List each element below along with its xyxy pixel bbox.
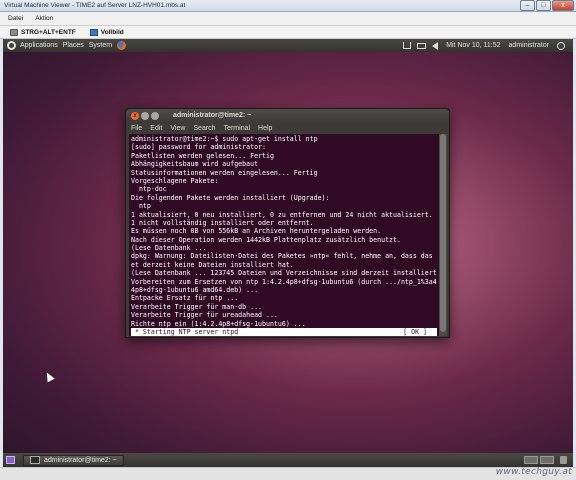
terminal-line: 1 aktualisiert, 0 neu installiert, 0 zu … [131,210,433,219]
terminal-menu-view[interactable]: View [170,125,185,132]
places-menu[interactable]: Places [63,42,84,49]
host-menubar: Datei Aktion [0,12,576,26]
terminal-line: 4p8+dfsg-1ubuntu6 amd64.deb) ... [131,286,259,295]
ctrl-alt-del-button[interactable]: STRG+ALT+ENTF [10,28,76,36]
terminal-line: Statusinformationen werden eingelesen...… [131,168,318,177]
terminal-line: Vorbereiten zum Ersetzen von ntp 1:4.2.4… [131,277,437,286]
applications-menu[interactable]: Applications [20,42,58,49]
fullscreen-button[interactable]: Vollbild [89,28,124,36]
fullscreen-icon [89,28,98,36]
status-ok: [ OK ] [403,327,427,336]
workspace-2[interactable] [540,456,554,464]
terminal-status-line: * Starting NTP server ntpd [ OK ] [131,327,437,336]
mail-icon[interactable] [417,42,427,49]
terminal-line: Vorgeschlagene Pakete: [131,176,219,185]
terminal-menu-file[interactable]: File [131,125,142,132]
taskbar-terminal-button[interactable]: administrator@time2: ~ [23,454,124,466]
bottom-panel: administrator@time2: ~ [3,453,573,467]
taskbar-label: administrator@time2: ~ [44,456,117,464]
terminal-output[interactable]: administrator@time2:~$ sudo apt-get inst… [129,134,439,336]
terminal-line: Verarbeite Trigger für man-db ... [131,302,263,311]
workspace-1[interactable] [524,456,538,464]
fullscreen-label: Vollbild [100,28,124,36]
terminal-line: Richte ntp ein (1:4.2.4p8+dfsg-1ubuntu6)… [131,319,306,328]
host-window-title: Virtual Machine Viewer - TIME2 auf Serve… [4,2,186,9]
maximize-button[interactable]: □ [536,0,551,11]
terminal-line: Es müssen noch 0B von 556kB an Archiven … [131,227,382,236]
ctrl-alt-del-label: STRG+ALT+ENTF [21,28,76,36]
terminal-line: 1 nicht vollständig installiert oder ent… [131,218,314,227]
mouse-cursor-icon [43,370,55,383]
terminal-scrollbar[interactable] [439,134,447,336]
terminal-title: administrator@time2: ~ [173,112,252,119]
terminal-line: ntp-doc [131,185,167,194]
terminal-menubar: File Edit View Search Terminal Help [126,122,449,134]
terminal-menu-help[interactable]: Help [258,125,272,132]
terminal-line: (Lese Datenbank ... [131,244,207,253]
terminal-line: (Lese Datenbank ... 123745 Dateien und V… [131,269,437,278]
terminal-line: dpkg: Warnung: Dateilisten-Datei des Pak… [131,252,437,261]
host-window-controls: – □ x [519,0,574,11]
terminal-line: administrator@time2:~$ sudo apt-get inst… [131,135,318,143]
terminal-window: x administrator@time2: ~ File Edit View … [125,108,450,338]
terminal-titlebar[interactable]: x administrator@time2: ~ [126,109,449,122]
terminal-icon [30,456,40,464]
host-statusbar [0,467,576,480]
terminal-line: Abhängigkeitsbaum wird aufgebaut [131,160,259,169]
terminal-line: ntp [131,202,151,211]
show-desktop-icon[interactable] [6,456,15,464]
terminal-line: Entpacke Ersatz für ntp ... [131,294,239,303]
top-panel: Applications Places System Mit Nov 10, 1… [3,39,573,52]
system-menu[interactable]: System [89,42,112,49]
status-text: * Starting NTP server ntpd [131,327,239,336]
ubuntu-logo-icon [7,41,16,50]
host-titlebar: Virtual Machine Viewer - TIME2 auf Serve… [0,0,576,12]
clock[interactable]: Mit Nov 10, 11:52 [446,42,500,49]
terminal-line: et derzeit keine Dateien installiert hat… [131,260,294,269]
terminal-menu-edit[interactable]: Edit [150,125,162,132]
terminal-menu-terminal[interactable]: Terminal [224,125,250,132]
menu-aktion[interactable]: Aktion [35,15,53,22]
menu-datei[interactable]: Datei [8,15,23,22]
terminal-line: Die folgenden Pakete werden installiert … [131,193,330,202]
terminal-line: Paketlisten werden gelesen... Fertig [131,151,274,160]
host-toolbar: STRG+ALT+ENTF Vollbild [0,26,576,39]
terminal-line: Nach dieser Operation werden 1442kB Plat… [131,235,401,244]
keyboard-icon [10,28,18,36]
network-icon[interactable] [403,42,412,49]
watermark: www.techguy.at [495,467,572,477]
terminal-menu-search[interactable]: Search [193,125,215,132]
minimize-button[interactable]: – [520,0,535,11]
guest-desktop: Applications Places System Mit Nov 10, 1… [3,39,573,467]
firefox-icon[interactable] [117,41,127,50]
trash-icon[interactable] [560,456,567,464]
volume-icon[interactable] [432,41,439,50]
terminal-close-button[interactable]: x [131,111,139,120]
user-menu[interactable]: administrator [509,42,549,49]
terminal-line: [sudo] password for administrator: [131,143,266,152]
terminal-maximize-button[interactable] [151,111,159,120]
terminal-minimize-button[interactable] [141,111,149,120]
power-icon[interactable] [557,41,565,50]
close-button[interactable]: x [552,0,574,11]
terminal-line: Verarbeite Trigger für ureadahead ... [131,311,278,320]
scrollbar-thumb[interactable] [440,134,446,332]
